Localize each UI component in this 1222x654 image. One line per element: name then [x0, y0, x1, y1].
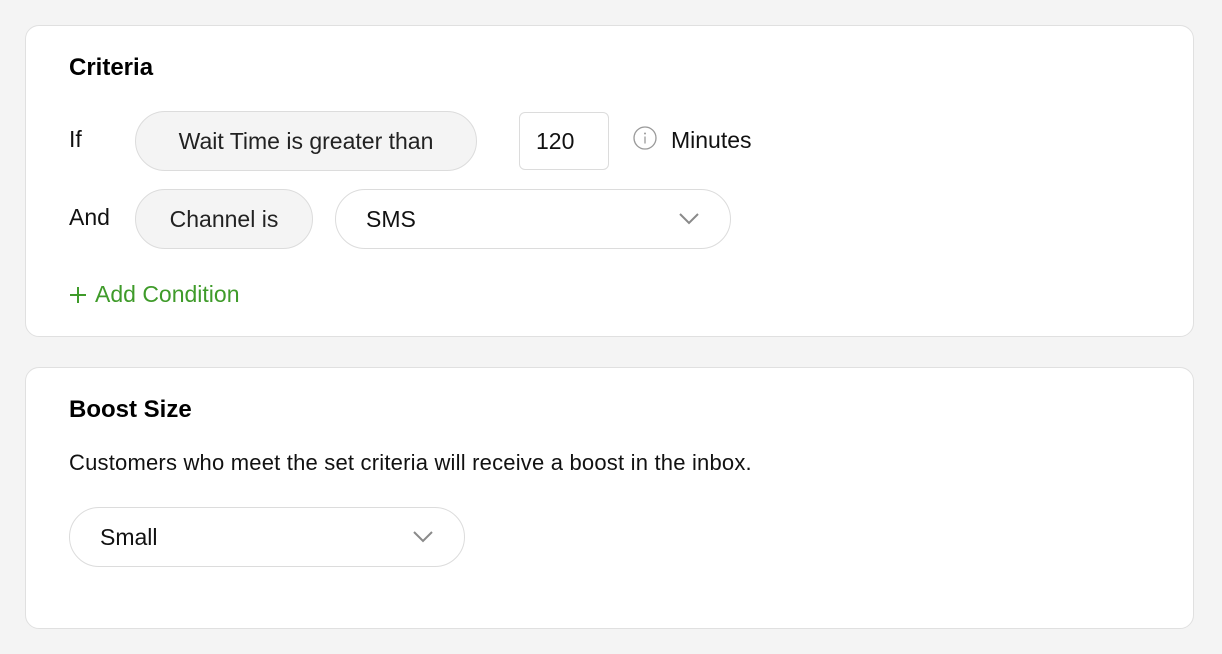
add-condition-button[interactable]: Add Condition — [69, 281, 240, 308]
criteria-title: Criteria — [69, 54, 154, 81]
criteria-card: Criteria If Wait Time is greater than 12… — [25, 25, 1194, 337]
info-icon[interactable] — [633, 126, 657, 150]
boost-size-description: Customers who meet the set criteria will… — [69, 450, 752, 475]
units-label: Minutes — [671, 127, 752, 153]
condition-field-wait-time[interactable]: Wait Time is greater than — [135, 111, 477, 171]
boost-size-card: Boost Size Customers who meet the set cr… — [25, 367, 1194, 629]
chevron-down-icon — [413, 531, 433, 543]
plus-icon — [70, 286, 86, 303]
boost-size-select[interactable]: Small — [69, 507, 465, 567]
condition-connector-and: And — [69, 204, 110, 230]
boost-size-title: Boost Size — [69, 396, 192, 423]
condition-connector-if: If — [69, 126, 82, 152]
wait-time-value-input[interactable]: 120 — [519, 112, 609, 170]
channel-select[interactable]: SMS — [335, 189, 731, 249]
chevron-down-icon — [679, 213, 699, 225]
channel-select-value: SMS — [366, 205, 416, 232]
add-condition-label: Add Condition — [95, 281, 240, 307]
boost-size-select-value: Small — [100, 523, 158, 550]
condition-field-channel[interactable]: Channel is — [135, 189, 313, 249]
